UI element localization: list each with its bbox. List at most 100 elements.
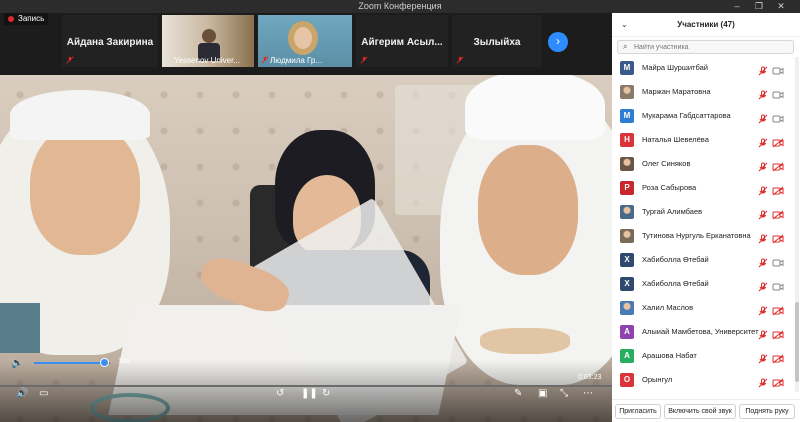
avatar <box>620 229 634 243</box>
avatar: А <box>620 325 634 339</box>
participant-search[interactable]: ⌕ <box>617 40 794 54</box>
person-silhouette <box>294 27 312 49</box>
participant-tile[interactable]: Айдана Закирина <box>62 15 158 67</box>
cap-left <box>10 90 150 140</box>
hand <box>480 328 570 354</box>
participant-name: Арашова Набат <box>642 351 697 360</box>
mic-off-icon <box>758 351 768 364</box>
participants-panel: ⌄ Участники (47) ⌕ М Майра Шуршитбай Маржа… <box>612 13 800 422</box>
participant-name: Наталья Шевелёва <box>642 135 709 144</box>
mic-off-icon <box>758 159 768 172</box>
participant-row[interactable]: М Майра Шуршитбай <box>612 57 792 81</box>
tile-name: Людмила Гр... <box>270 56 323 65</box>
volume-slider[interactable] <box>34 362 110 364</box>
search-input[interactable] <box>634 42 784 53</box>
tile-name: Yessenov Univer... <box>174 56 240 65</box>
avatar: О <box>620 373 634 387</box>
video-off-icon <box>772 231 784 244</box>
window-title: Zoom Конференция <box>358 1 442 11</box>
cap-right <box>465 75 605 140</box>
restore-icon[interactable]: ❐ <box>750 0 768 13</box>
raise-hand-button[interactable]: Поднять руку <box>739 404 795 419</box>
participant-tile[interactable]: Айгерим Асыл... <box>356 15 448 67</box>
participant-name: Тургай Алимбаев <box>642 207 703 216</box>
tile-name: Айдана Закирина <box>66 37 154 48</box>
video-off-icon <box>772 159 784 172</box>
unmute-self-button[interactable]: Включить свой звук <box>664 404 736 419</box>
volume-value: 100 <box>118 358 130 365</box>
participant-row[interactable]: М Мукарама Габдсаттарова <box>612 105 792 129</box>
participant-row[interactable]: А Арашова Набат <box>612 345 792 369</box>
volume-slider-handle[interactable] <box>99 358 109 367</box>
person-right-face <box>478 145 578 275</box>
participant-row[interactable]: А Алыиай Мамбетова, Университет ... <box>612 321 792 345</box>
thumbnail-strip: Айдана Закирина Yessenov Univer... Людми… <box>0 13 612 71</box>
mic-off-icon <box>758 231 768 244</box>
participant-tile[interactable]: Зылыйха <box>452 15 542 67</box>
participant-row[interactable]: Х Хабиболла Өтебай <box>612 273 792 297</box>
avatar: М <box>620 61 634 75</box>
person-silhouette <box>202 29 216 43</box>
participants-footer: Пригласить Включить свой звук Поднять ру… <box>612 399 800 422</box>
participants-header: ⌄ Участники (47) <box>612 13 800 37</box>
exit-fullscreen-icon[interactable]: ⤡ <box>560 388 568 400</box>
mic-off-icon <box>758 279 768 292</box>
chevron-right-icon: › <box>556 34 560 48</box>
participant-row[interactable]: Тургай Алимбаев <box>612 201 792 225</box>
participant-name: Орынгул <box>642 375 673 384</box>
mic-off-icon <box>758 87 768 100</box>
participant-name: Мукарама Габдсаттарова <box>642 111 731 120</box>
participant-row[interactable]: Олег Синяков <box>612 153 792 177</box>
close-icon[interactable]: ✕ <box>772 0 790 13</box>
minimize-icon[interactable]: – <box>728 0 746 13</box>
avatar <box>620 205 634 219</box>
video-off-icon <box>772 63 784 75</box>
video-off-icon <box>772 255 784 267</box>
screen-icon[interactable]: ▣ <box>538 388 547 400</box>
more-icon[interactable]: ⋯ <box>583 388 593 400</box>
video-area: Айдана Закирина Yessenov Univer... Людми… <box>0 13 612 422</box>
participant-row[interactable]: Халил Маслов <box>612 297 792 321</box>
next-page-button[interactable]: › <box>548 32 568 52</box>
participant-row[interactable]: Р Роза Сабырова <box>612 177 792 201</box>
participant-row[interactable]: О Орынгул <box>612 369 792 393</box>
avatar: А <box>620 349 634 363</box>
participant-name: Тутинова Нургуль Ерканатовна <box>642 231 751 240</box>
avatar: Х <box>620 253 634 267</box>
progress-track[interactable] <box>0 385 612 387</box>
annotate-icon[interactable]: ✎ <box>514 388 522 400</box>
video-off-icon <box>772 135 784 148</box>
search-icon: ⌕ <box>623 42 628 51</box>
participant-list: М Майра Шуршитбай Маржан Маратовна М Мукарам… <box>612 57 792 392</box>
mic-off-icon <box>758 255 768 268</box>
volume-icon[interactable]: 🔈 <box>11 358 23 370</box>
participant-row[interactable]: Тутинова Нургуль Ерканатовна <box>612 225 792 249</box>
recording-indicator: Запись <box>4 13 49 25</box>
playback-time: 0:03:23 <box>578 374 602 381</box>
participant-list-scrollbar[interactable] <box>795 57 799 392</box>
participant-row[interactable]: Маржан Маратовна <box>612 81 792 105</box>
forward-30-icon[interactable]: ↻ <box>322 388 330 400</box>
scrollbar-thumb[interactable] <box>795 302 799 382</box>
participant-tile[interactable]: Yessenov Univer... <box>162 15 254 67</box>
rewind-10-icon[interactable]: ↺ <box>276 388 284 400</box>
video-off-icon <box>772 375 784 388</box>
tile-name: Зылыйха <box>473 37 521 48</box>
invite-button[interactable]: Пригласить <box>615 404 661 419</box>
participant-name: Хабиболла Өтебай <box>642 255 709 264</box>
caption-icon[interactable]: ▭ <box>39 388 48 400</box>
tile-name: Айгерим Асыл... <box>361 37 443 48</box>
avatar <box>620 157 634 171</box>
mic-off-icon <box>758 111 768 124</box>
participant-name: Майра Шуршитбай <box>642 63 708 72</box>
pause-icon[interactable]: ❚❚ <box>301 388 318 400</box>
participant-row[interactable]: Х Хабиболла Өтебай <box>612 249 792 273</box>
avatar: Х <box>620 277 634 291</box>
mic-off-icon <box>261 56 269 64</box>
participant-name: Олег Синяков <box>642 159 691 168</box>
participant-tile[interactable]: Людмила Гр... <box>258 15 352 67</box>
avatar <box>620 85 634 99</box>
participant-row[interactable]: Н Наталья Шевелёва <box>612 129 792 153</box>
mic-off-icon <box>456 56 464 64</box>
audio-icon[interactable]: 🔊 <box>16 388 28 400</box>
